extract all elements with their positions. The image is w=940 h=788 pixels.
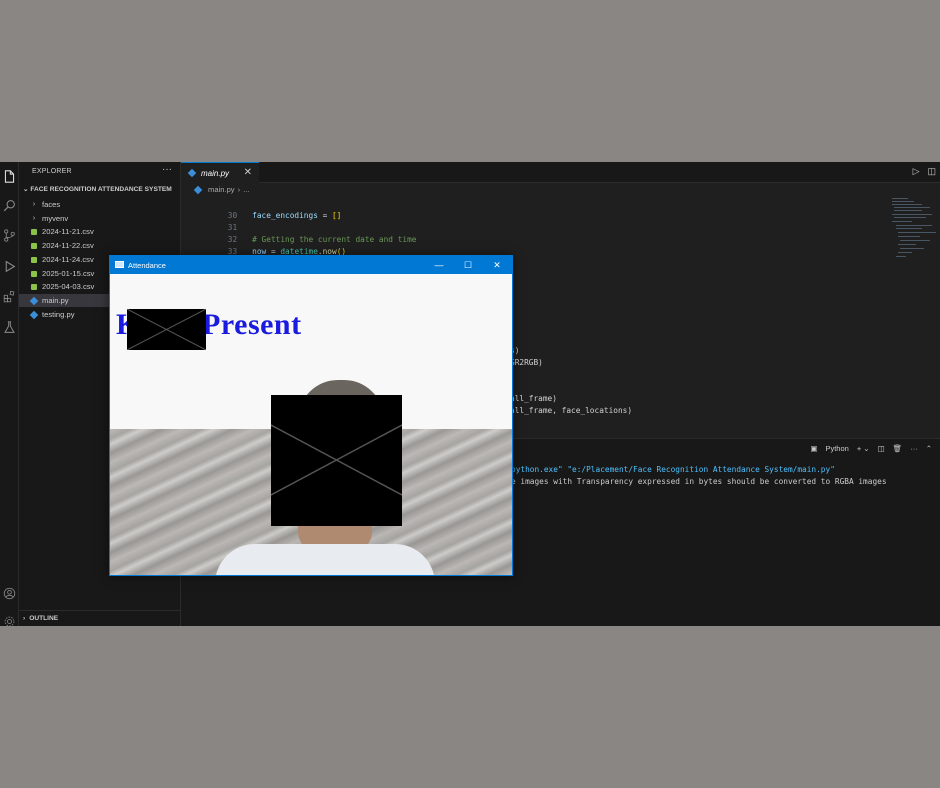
files-icon[interactable] [0, 166, 19, 186]
code-fragment: all_frame) [510, 394, 557, 403]
terminal-command: python.exe" "e:/Placement/Face Recogniti… [511, 465, 835, 474]
redacted-image-placeholder [127, 309, 206, 350]
close-icon[interactable]: ✕ [244, 167, 252, 178]
minimize-icon[interactable]: — [424, 256, 454, 274]
code-line: 31 [227, 223, 238, 232]
add-terminal-icon[interactable]: + ⌄ [857, 444, 870, 453]
window-title: Attendance [128, 260, 166, 270]
camera-feed: K n is Present [110, 274, 512, 575]
csv-file-icon [31, 256, 37, 263]
source-control-icon[interactable] [0, 225, 19, 245]
trash-icon[interactable]: 🗑 [893, 444, 903, 453]
code-fragment: GR2RGB) [510, 358, 543, 367]
code-line: 33 now = datetime.now() [227, 247, 347, 256]
tree-item-myvenv[interactable]: › myvenv [19, 212, 181, 225]
terminal-warning: e images with Transparency expressed in … [511, 477, 887, 486]
chevron-right-icon: › [32, 215, 36, 222]
tab-main-py[interactable]: main.py ✕ [181, 162, 259, 183]
code-line: 30 face_encodings = [] [227, 211, 342, 220]
breadcrumb: main.py › ... [193, 185, 249, 194]
terminal-icon: ▣ [810, 444, 818, 453]
terminal-actions: ▣ Python + ⌄ ◫ 🗑 ··· ⌃ [810, 444, 932, 453]
code-fragment: all_frame, face_locations) [510, 406, 633, 415]
python-file-icon [29, 296, 39, 305]
csv-file-icon [31, 270, 37, 277]
testing-icon[interactable] [0, 317, 19, 337]
account-icon[interactable] [0, 583, 19, 603]
maximize-icon[interactable]: ☐ [453, 256, 483, 274]
search-icon[interactable] [0, 195, 19, 215]
attendance-window[interactable]: Attendance — ☐ ✕ K n is Present [109, 255, 513, 576]
editor-actions: ▷ ◫ [913, 166, 936, 177]
tree-item-csv[interactable]: 2024-11-21.csv [19, 225, 181, 238]
more-icon[interactable]: ··· [910, 444, 918, 453]
extensions-icon[interactable] [0, 286, 19, 306]
csv-file-icon [31, 242, 37, 249]
editor-tab-bar: main.py ✕ ▷ ◫ [181, 162, 940, 183]
terminal-shell-label[interactable]: Python [825, 444, 848, 453]
person-shirt [215, 544, 435, 575]
python-file-icon [187, 168, 197, 178]
run-debug-icon[interactable] [0, 256, 19, 276]
project-folder[interactable]: ⌄ FACE RECOGNITION ATTENDANCE SYSTEM [23, 185, 172, 193]
run-icon[interactable]: ▷ [913, 166, 920, 177]
close-icon[interactable]: ✕ [482, 256, 512, 274]
activity-bar [0, 162, 19, 626]
window-titlebar[interactable]: Attendance — ☐ ✕ [110, 256, 512, 274]
outline-section[interactable]: › OUTLINE [19, 610, 181, 626]
chevron-up-icon[interactable]: ⌃ [926, 444, 932, 453]
chevron-right-icon: › [23, 615, 26, 622]
python-file-icon [29, 310, 39, 319]
explorer-more-button[interactable]: ··· [162, 164, 172, 175]
csv-file-icon [31, 283, 37, 290]
split-editor-icon[interactable]: ◫ [927, 166, 936, 177]
code-line: 32 # Getting the current date and time [227, 235, 417, 244]
csv-file-icon [31, 228, 37, 235]
minimap[interactable] [890, 196, 936, 276]
explorer-header: EXPLORER [32, 168, 72, 175]
chevron-right-icon: › [32, 201, 36, 208]
settings-icon[interactable] [0, 611, 19, 626]
redacted-face-placeholder [271, 395, 402, 526]
split-terminal-icon[interactable]: ◫ [878, 444, 885, 453]
tree-item-faces[interactable]: › faces [19, 198, 181, 211]
python-file-icon [193, 185, 203, 194]
tree-item-csv[interactable]: 2024-11-22.csv [19, 239, 181, 252]
window-app-icon [115, 261, 124, 268]
